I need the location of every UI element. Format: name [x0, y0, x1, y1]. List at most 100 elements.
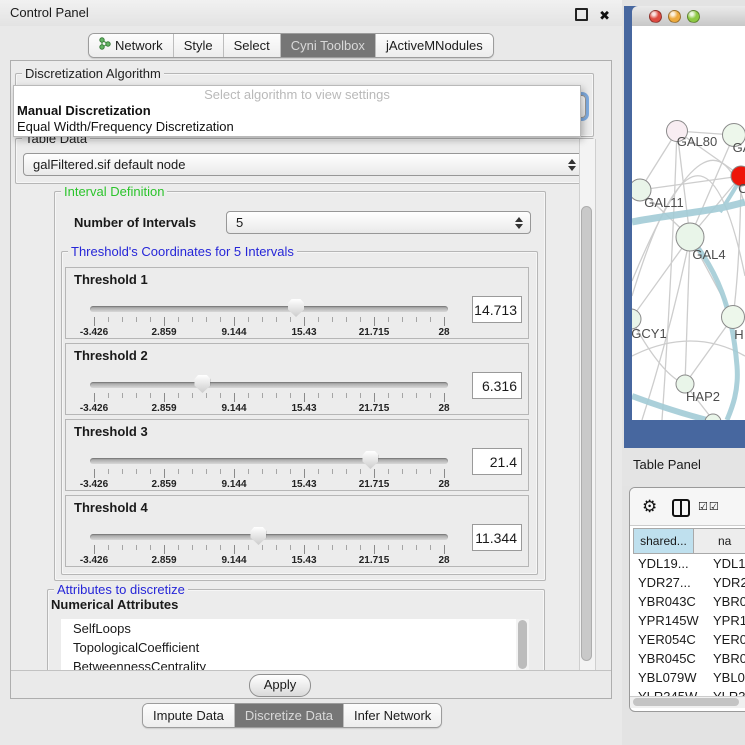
group-title: Discretization Algorithm [22, 66, 164, 81]
tab-select[interactable]: Select [224, 34, 281, 57]
table-horizontal-scrollbar[interactable] [630, 696, 745, 708]
close-icon[interactable]: ✖ [599, 4, 610, 30]
table-cell[interactable]: YPR1 [709, 611, 745, 630]
network-view-canvas[interactable]: GAL80GACGAL11GAL4GCY1HHAP2 [632, 26, 745, 420]
table-row[interactable]: YBL079WYBL0 [633, 668, 745, 687]
tab-impute-data[interactable]: Impute Data [143, 704, 235, 727]
table-data-combo[interactable]: galFiltered.sif default node [23, 153, 584, 176]
checkboxes-icon[interactable]: ☑☑ [698, 500, 720, 513]
threshold-value-field[interactable]: 21.4 [472, 448, 522, 475]
split-columns-icon[interactable] [672, 499, 690, 517]
mac-minimize-button[interactable] [668, 10, 681, 23]
table-cell[interactable]: YLR345W [633, 687, 709, 696]
tab-style[interactable]: Style [174, 34, 224, 57]
group-title: Interval Definition [61, 184, 167, 199]
attribute-list-item[interactable]: TopologicalCoefficient [61, 638, 516, 657]
table-cell[interactable]: YDL1 [709, 554, 745, 573]
tab-jactivemnodules[interactable]: jActiveMNodules [376, 34, 493, 57]
table-cell[interactable]: YER0 [709, 630, 745, 649]
slider-track[interactable] [90, 306, 448, 312]
scrollbar-thumb[interactable] [518, 620, 527, 669]
table-cell[interactable]: YER054C [633, 630, 709, 649]
threshold-slider[interactable]: -3.4262.8599.14415.4321.71528 [90, 377, 448, 415]
tick-label: -3.426 [80, 327, 108, 338]
cyni-toolbox-panel: Discretization Algorithm Select algorith… [10, 60, 612, 699]
tab-network[interactable]: Network [89, 34, 174, 57]
table-cell[interactable]: YPR145W [633, 611, 709, 630]
table-cell[interactable]: YBR043C [633, 592, 709, 611]
table-row[interactable]: YLR345WYLR3 [633, 687, 745, 696]
table-body[interactable]: YDL19...YDL1YDR27...YDR2YBR043CYBR0YPR14… [633, 554, 745, 696]
slider-track[interactable] [90, 534, 448, 540]
slider-ticks [90, 393, 448, 402]
threshold-slider[interactable]: -3.4262.8599.14415.4321.71528 [90, 301, 448, 339]
table-cell[interactable]: YBL0 [709, 668, 745, 687]
apply-button[interactable]: Apply [249, 674, 311, 697]
slider-tick-labels: -3.4262.8599.14415.4321.71528 [90, 403, 448, 415]
tick-label: -3.426 [80, 479, 108, 490]
network-node[interactable] [705, 414, 721, 420]
float-window-icon[interactable] [575, 8, 588, 21]
tab-discretize-data[interactable]: Discretize Data [235, 704, 344, 727]
slider-thumb[interactable] [194, 375, 210, 393]
scrollbar-thumb[interactable] [633, 698, 739, 706]
attributes-scrollbar[interactable] [516, 619, 529, 670]
tab-infer-network[interactable]: Infer Network [344, 704, 441, 727]
table-cell[interactable]: YBR045C [633, 649, 709, 668]
slider-track[interactable] [90, 382, 448, 388]
mac-close-button[interactable] [649, 10, 662, 23]
slider-track[interactable] [90, 458, 448, 464]
table-cell[interactable]: YBL079W [633, 668, 709, 687]
attribute-list-item[interactable]: SelfLoops [61, 619, 516, 638]
table-cell[interactable]: YDL19... [633, 554, 709, 573]
table-cell[interactable]: YBR0 [709, 649, 745, 668]
tick-label: 21.715 [359, 555, 390, 566]
slider-ticks [90, 545, 448, 554]
gear-icon[interactable]: ⚙ [642, 497, 657, 517]
network-window-titlebar[interactable] [632, 6, 745, 27]
network-node[interactable] [722, 306, 745, 329]
mac-zoom-button[interactable] [687, 10, 700, 23]
column-header-shared[interactable]: shared... [633, 528, 694, 554]
number-of-intervals-combo[interactable]: 5 [226, 211, 531, 234]
slider-thumb[interactable] [362, 451, 378, 469]
combo-arrows-icon [515, 216, 523, 230]
tab-label: Discretize Data [245, 704, 333, 727]
threshold-value-field[interactable]: 11.344 [472, 524, 522, 551]
tab-cyni-toolbox[interactable]: Cyni Toolbox [281, 34, 376, 57]
tick-label: 15.43 [291, 479, 316, 490]
threshold-block: Threshold 2 -3.4262.8599.14415.4321.7152… [65, 343, 529, 415]
threshold-value-field[interactable]: 6.316 [472, 372, 522, 399]
threshold-block: Threshold 4 -3.4262.8599.14415.4321.7152… [65, 495, 529, 567]
algorithm-dropdown-popup: Select algorithm to view settings Manual… [13, 85, 581, 137]
table-row[interactable]: YDR27...YDR2 [633, 573, 745, 592]
table-row[interactable]: YDL19...YDL1 [633, 554, 745, 573]
threshold-slider[interactable]: -3.4262.8599.14415.4321.71528 [90, 453, 448, 491]
table-row[interactable]: YPR145WYPR1 [633, 611, 745, 630]
slider-thumb[interactable] [288, 299, 304, 317]
table-row[interactable]: YBR045CYBR0 [633, 649, 745, 668]
column-header-name[interactable]: na [694, 528, 745, 554]
table-row[interactable]: YBR043CYBR0 [633, 592, 745, 611]
slider-thumb[interactable] [250, 527, 266, 545]
table-cell[interactable]: YDR2 [709, 573, 745, 592]
threshold-value-field[interactable]: 14.713 [472, 296, 522, 323]
table-cell[interactable]: YDR27... [633, 573, 709, 592]
dropdown-item-equal-width[interactable]: Equal Width/Frequency Discretization [14, 119, 580, 135]
tick-label: 9.144 [221, 327, 246, 338]
numerical-attributes-list[interactable]: SelfLoopsTopologicalCoefficientBetweenne… [61, 619, 516, 670]
table-row[interactable]: YER054CYER0 [633, 630, 745, 649]
table-cell[interactable]: YBR0 [709, 592, 745, 611]
panel-vertical-scrollbar[interactable] [579, 139, 596, 697]
dropdown-item-manual-discretization[interactable]: Manual Discretization [14, 103, 580, 119]
scrollbar-thumb[interactable] [581, 206, 592, 661]
table-cell[interactable]: YLR3 [709, 687, 745, 696]
tick-label: 28 [438, 555, 449, 566]
network-node-label: GAL80 [677, 134, 717, 149]
tick-label: 28 [438, 403, 449, 414]
tick-label: 2.859 [151, 555, 176, 566]
attribute-list-item[interactable]: BetweennessCentrality [61, 657, 516, 670]
tick-label: 9.144 [221, 555, 246, 566]
threshold-slider[interactable]: -3.4262.8599.14415.4321.71528 [90, 529, 448, 567]
combo-value: 5 [236, 215, 243, 230]
